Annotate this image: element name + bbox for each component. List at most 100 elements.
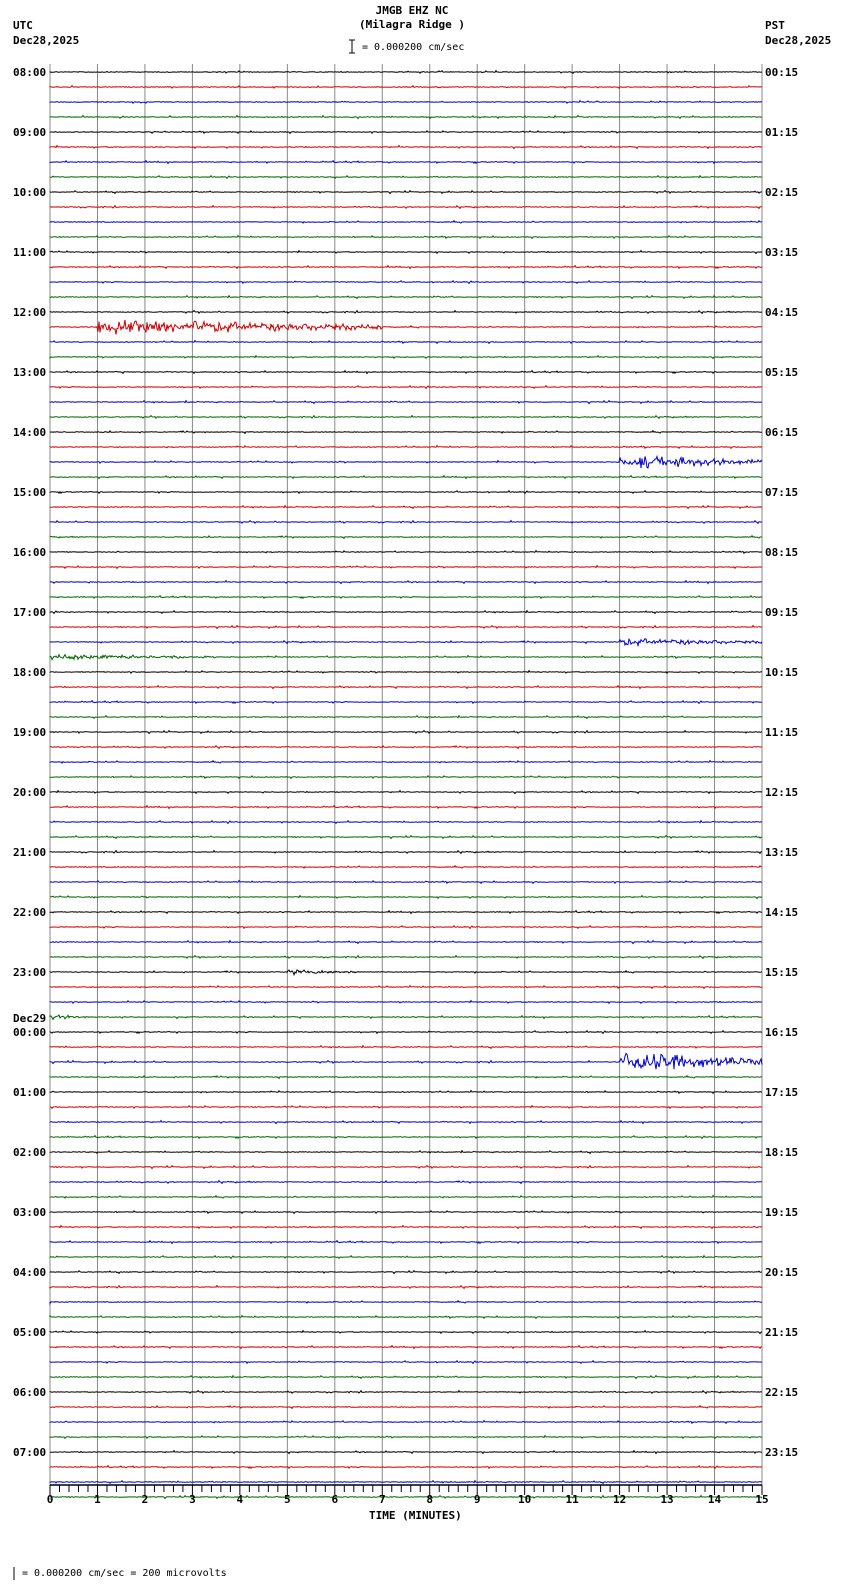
seismic-trace: [49, 519, 763, 525]
seismic-trace: [49, 564, 763, 570]
seismic-trace: [49, 429, 762, 435]
x-tick-label: 14: [708, 1493, 722, 1506]
seismic-trace: [49, 319, 762, 335]
seismic-trace: [49, 637, 763, 648]
seismic-trace: [49, 744, 763, 750]
seismic-trace: [49, 1449, 763, 1455]
seismic-trace: [49, 1194, 763, 1199]
seismic-trace: [49, 804, 763, 810]
seismic-trace: [49, 1464, 763, 1470]
seismic-trace: [49, 354, 763, 360]
x-tick-label: 12: [613, 1493, 626, 1506]
seismic-trace: [49, 234, 763, 240]
seismic-trace: [49, 789, 763, 795]
seismic-trace: [49, 1269, 763, 1275]
seismic-trace: [49, 399, 762, 405]
seismic-trace: [49, 414, 763, 420]
seismic-trace: [49, 454, 763, 469]
seismic-trace: [49, 909, 762, 915]
seismic-trace: [49, 669, 762, 675]
seismic-trace: [49, 939, 763, 945]
seismic-trace: [49, 1074, 763, 1080]
seismic-trace: [49, 384, 763, 390]
x-tick-label: 3: [189, 1493, 196, 1506]
seismic-trace: [49, 969, 763, 977]
seismic-trace: [49, 534, 763, 540]
seismic-trace: [49, 699, 763, 705]
seismic-trace: [49, 1419, 763, 1425]
x-tick-label: 9: [474, 1493, 481, 1506]
seismic-trace: [49, 849, 763, 855]
seismic-trace: [49, 69, 763, 75]
x-tick-label: 11: [566, 1493, 580, 1506]
seismic-trace: [49, 624, 763, 630]
seismic-trace: [49, 549, 763, 555]
x-tick-label: 13: [660, 1493, 673, 1506]
seismic-trace: [49, 1134, 763, 1140]
seismogram-plot: 0 1 2 3 4 5 6 7 8 9 10 11 12 13 14 15: [13, 39, 769, 1580]
seismic-trace: [49, 1494, 763, 1500]
seismic-trace: [49, 294, 763, 300]
seismic-trace: [49, 1149, 763, 1155]
seismic-trace: [49, 864, 762, 869]
seismic-trace: [49, 144, 763, 150]
seismic-trace: [49, 114, 763, 120]
seismic-trace: [49, 279, 762, 285]
seismic-trace: [49, 894, 763, 900]
seismic-trace: [49, 984, 763, 990]
seismic-trace: [49, 609, 762, 615]
x-tick-label: 15: [755, 1493, 768, 1506]
seismic-trace: [49, 1254, 763, 1260]
seismic-trace: [49, 579, 763, 585]
seismic-trace: [49, 653, 763, 661]
seismic-trace: [49, 1404, 763, 1410]
seismic-trace: [49, 1329, 763, 1335]
x-tick-label: 7: [379, 1493, 386, 1506]
seismic-trace: [49, 1052, 763, 1070]
seismic-trace: [49, 84, 762, 89]
x-tick-label: 1: [94, 1493, 101, 1506]
seismic-trace: [49, 99, 763, 104]
seismic-trace: [49, 834, 763, 840]
seismic-trace: [49, 204, 762, 210]
seismic-trace: [49, 1119, 763, 1125]
x-tick-label: 4: [237, 1493, 244, 1506]
seismic-trace: [49, 1434, 763, 1440]
seismic-trace: [49, 1239, 763, 1245]
seismic-trace: [49, 249, 763, 255]
seismic-trace: [49, 1014, 763, 1021]
seismic-trace: [49, 1209, 763, 1215]
seismic-trace: [49, 759, 762, 764]
seismic-trace: [49, 504, 763, 510]
seismic-trace: [50, 1104, 763, 1110]
seismic-trace: [49, 1089, 763, 1095]
seismic-trace: [49, 1389, 762, 1395]
x-tick-label: 0: [47, 1493, 54, 1506]
seismic-trace: [49, 684, 763, 690]
seismic-trace: [49, 219, 763, 224]
seismic-trace: [49, 339, 763, 345]
x-tick-label: 6: [331, 1493, 338, 1506]
seismic-trace: [49, 1284, 763, 1290]
seismic-trace: [49, 264, 763, 270]
seismic-trace: [49, 1344, 763, 1350]
seismic-trace: [49, 369, 763, 375]
seismic-trace: [49, 1299, 762, 1306]
seismic-trace: [49, 309, 763, 315]
seismic-trace: [49, 489, 763, 495]
seismic-trace: [49, 444, 763, 450]
seismic-trace: [49, 174, 763, 180]
seismic-trace: [49, 1359, 763, 1365]
seismic-trace: [49, 1314, 763, 1320]
seismic-trace: [49, 924, 763, 930]
seismic-trace: [49, 714, 762, 720]
seismic-trace: [49, 1164, 763, 1170]
seismic-trace: [49, 999, 763, 1005]
seismic-trace: [49, 1374, 763, 1380]
x-tick-label: 8: [426, 1493, 433, 1506]
seismic-trace: [49, 729, 763, 735]
x-tick-label: 2: [142, 1493, 149, 1506]
seismic-trace: [49, 1029, 763, 1035]
x-tick-label: 10: [518, 1493, 531, 1506]
seismic-trace: [49, 130, 763, 135]
